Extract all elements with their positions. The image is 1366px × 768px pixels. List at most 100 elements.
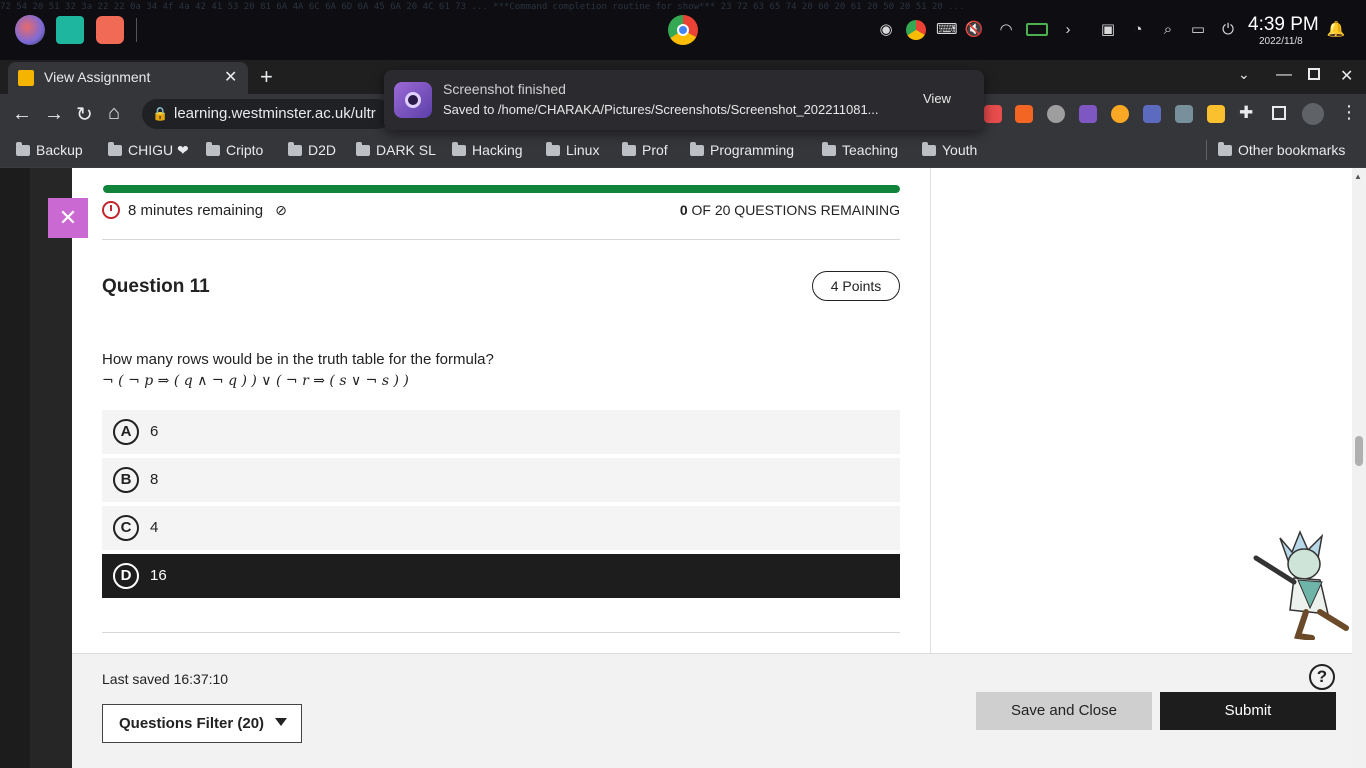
- timer-text: 8 minutes remaining: [128, 202, 264, 219]
- app-launcher-icon[interactable]: [15, 15, 45, 45]
- notification-bell-icon[interactable]: 🔔: [1326, 20, 1346, 40]
- bookmark-programming[interactable]: Programming: [690, 140, 794, 160]
- system-date: 2022/11/8: [1259, 36, 1303, 47]
- tray-chrome-icon[interactable]: [906, 20, 926, 40]
- scrollbar-thumb[interactable]: [1355, 436, 1363, 466]
- folder-icon: [16, 142, 30, 156]
- tab-title: View Assignment: [44, 69, 151, 85]
- question-formula: ¬ ( ¬ p ⇒ ( q ∧ ¬ q ) ) ∨ ( ¬ r ⇒ ( s ∨ …: [102, 373, 409, 389]
- answer-letter: A: [113, 419, 139, 445]
- close-window-icon[interactable]: ✕: [1340, 66, 1353, 86]
- close-assessment-icon[interactable]: ✕: [48, 198, 88, 238]
- answer-letter: D: [113, 563, 139, 589]
- answer-text: 16: [150, 567, 167, 584]
- side-panel-icon[interactable]: [1272, 106, 1286, 120]
- answer-option-b[interactable]: B 8: [102, 458, 900, 502]
- save-and-close-button[interactable]: Save and Close: [976, 692, 1152, 730]
- hide-timer-eye-icon[interactable]: ⊘: [273, 202, 289, 218]
- profile-avatar[interactable]: [1302, 103, 1324, 125]
- folder-icon: [108, 142, 122, 156]
- gallery-app-icon[interactable]: [96, 16, 124, 44]
- progress-fill: [103, 185, 900, 193]
- volume-muted-icon[interactable]: 🔇: [964, 20, 984, 40]
- answer-option-c[interactable]: C 4: [102, 506, 900, 550]
- back-arrow-icon[interactable]: ←: [12, 103, 32, 126]
- timer-icon: [102, 201, 120, 219]
- activity-monitor-icon[interactable]: ◔: [1128, 20, 1148, 40]
- forward-arrow-icon[interactable]: →: [44, 103, 64, 126]
- answer-option-d[interactable]: D 16: [102, 554, 900, 598]
- answer-letter: C: [113, 515, 139, 541]
- folder-icon: [206, 142, 220, 156]
- notification-title: Screenshot finished: [443, 81, 566, 97]
- chrome-taskbar-icon[interactable]: [668, 15, 698, 45]
- bookmark-hacking[interactable]: Hacking: [452, 140, 523, 160]
- tab-search-chevron-down-icon[interactable]: ⌄: [1238, 66, 1250, 83]
- files-app-icon[interactable]: [56, 16, 84, 44]
- folder-icon: [822, 142, 836, 156]
- browser-tab[interactable]: View Assignment ✕: [8, 62, 248, 94]
- bookmarks-divider: [1206, 140, 1207, 160]
- browser-menu-icon[interactable]: ⋮: [1340, 102, 1358, 123]
- answer-text: 8: [150, 471, 159, 488]
- new-tab-icon[interactable]: +: [260, 64, 273, 90]
- extension-pen-icon[interactable]: [1143, 105, 1161, 123]
- keyboard-icon[interactable]: ⌨: [936, 20, 958, 40]
- points-badge: 4 Points: [812, 271, 900, 301]
- background-navigation: [0, 168, 30, 768]
- notification-view-button[interactable]: View: [923, 91, 951, 106]
- extension-off-icon[interactable]: [1175, 105, 1193, 123]
- folder-icon: [546, 142, 560, 156]
- last-saved-text: Last saved 16:37:10: [102, 671, 229, 687]
- screenshot-tray-icon[interactable]: ▣: [1098, 20, 1118, 40]
- help-icon[interactable]: ?: [1309, 664, 1335, 690]
- scroll-up-icon[interactable]: ▲: [1354, 172, 1362, 181]
- extensions-puzzle-icon[interactable]: ✚: [1239, 103, 1253, 123]
- extension-fox-icon[interactable]: [1015, 105, 1033, 123]
- chevron-down-icon: [275, 718, 287, 726]
- extension-grid-icon[interactable]: [1207, 105, 1225, 123]
- extension-avatar-icon[interactable]: [1111, 105, 1129, 123]
- question-title: Question 11: [102, 276, 210, 297]
- url-text: learning.westminster.ac.uk/ultr: [174, 105, 376, 122]
- bookmark-linux[interactable]: Linux: [546, 140, 599, 160]
- address-bar[interactable]: 🔒 learning.westminster.ac.uk/ultr: [142, 99, 392, 129]
- bookmark-backup[interactable]: Backup: [16, 140, 83, 160]
- bookmark-teaching[interactable]: Teaching: [822, 140, 898, 160]
- bookmark-d2d[interactable]: D2D: [288, 140, 336, 160]
- folder-icon: [922, 142, 936, 156]
- bookmark-youth[interactable]: Youth: [922, 140, 977, 160]
- extension-record-icon[interactable]: [984, 105, 1002, 123]
- bookmark-cripto[interactable]: Cripto: [206, 140, 263, 160]
- home-icon[interactable]: ⌂: [108, 102, 120, 125]
- folder-icon: [356, 142, 370, 156]
- folder-icon: [622, 142, 636, 156]
- lock-icon: 🔒: [152, 106, 169, 121]
- bookmark-prof[interactable]: Prof: [622, 140, 668, 160]
- battery-icon[interactable]: [1026, 23, 1048, 36]
- cartoon-character-sticker: [1250, 528, 1354, 641]
- folder-icon: [288, 142, 302, 156]
- chevron-right-icon[interactable]: ›: [1058, 20, 1078, 40]
- answer-option-a[interactable]: A 6: [102, 410, 900, 454]
- wifi-icon[interactable]: ◠: [996, 20, 1016, 40]
- other-bookmarks[interactable]: Other bookmarks: [1218, 140, 1345, 160]
- tray-app-icon[interactable]: ◉: [876, 20, 896, 40]
- search-icon[interactable]: ⌕: [1158, 20, 1178, 40]
- scrollbar[interactable]: ▲: [1352, 168, 1366, 768]
- system-clock[interactable]: 4:39 PM: [1248, 14, 1319, 36]
- minimize-window-icon[interactable]: —: [1276, 66, 1292, 84]
- screenshot-notification[interactable]: Screenshot finished Saved to /home/CHARA…: [384, 70, 984, 130]
- bookmark-chigu[interactable]: CHIGU ❤: [108, 140, 189, 160]
- folder-icon: [1218, 142, 1232, 156]
- extension-cube-icon[interactable]: [1079, 105, 1097, 123]
- reload-icon[interactable]: ↻: [76, 102, 93, 127]
- questions-filter-dropdown[interactable]: Questions Filter (20): [102, 704, 302, 743]
- keyboard-layout-icon[interactable]: ▭: [1188, 20, 1208, 40]
- bookmark-dark-sl[interactable]: DARK SL: [356, 140, 436, 160]
- extension-face-icon[interactable]: [1047, 105, 1065, 123]
- maximize-window-icon[interactable]: [1308, 68, 1320, 80]
- tab-close-icon[interactable]: ✕: [224, 67, 237, 87]
- power-icon[interactable]: ⏻: [1218, 20, 1238, 40]
- submit-button[interactable]: Submit: [1160, 692, 1336, 730]
